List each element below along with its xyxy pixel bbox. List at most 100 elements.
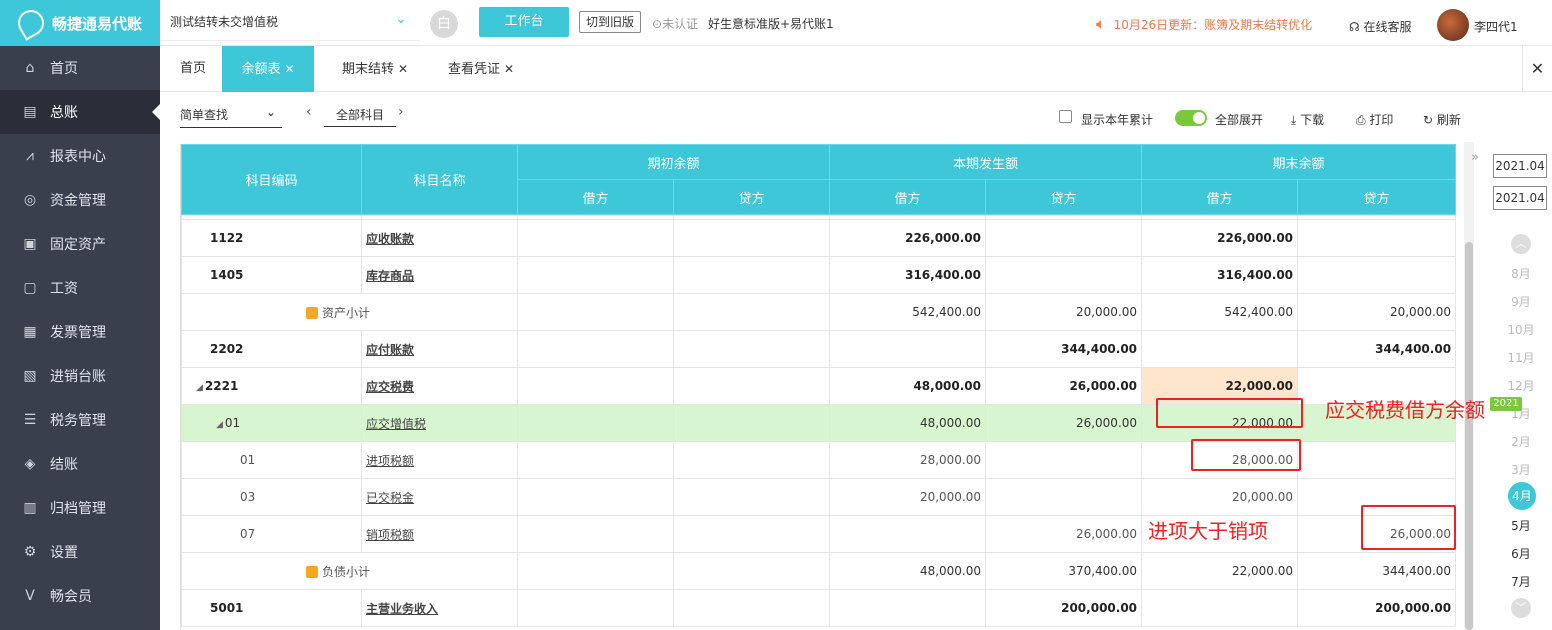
tab-3[interactable]: 查看凭证 ✕ bbox=[436, 46, 526, 92]
month-item[interactable]: 6月 bbox=[1490, 545, 1552, 562]
subject-name-link[interactable]: 应交增值税 bbox=[361, 404, 518, 442]
period-start[interactable]: 2021.04 bbox=[1493, 154, 1547, 178]
month-item[interactable]: 2月 bbox=[1490, 433, 1552, 450]
chevron-up-icon[interactable]: ︿ bbox=[1511, 234, 1531, 254]
vertical-scrollbar[interactable] bbox=[1464, 142, 1474, 630]
table-row[interactable]: 1405 库存商品 316,400.00 316,400.00 bbox=[181, 256, 1457, 294]
close-books-icon: ◈ bbox=[24, 456, 36, 472]
tab-1[interactable]: 余额表 ✕ bbox=[222, 46, 314, 92]
subject-name-link[interactable]: 进项税额 bbox=[361, 441, 518, 479]
annotation-box-closing-debit bbox=[1156, 398, 1303, 428]
certification-status[interactable]: ⊙未认证 bbox=[652, 15, 698, 32]
account-name: 测试结转未交增值税 bbox=[170, 15, 279, 29]
table-row[interactable]: 1122 应收账款 226,000.00 226,000.00 bbox=[181, 219, 1457, 257]
scrollbar-thumb[interactable] bbox=[1465, 242, 1473, 630]
chevron-right-icon[interactable]: › bbox=[398, 104, 404, 120]
subject-name-link[interactable]: 已交税金 bbox=[361, 478, 518, 516]
print-button[interactable]: ⎙ 打印 bbox=[1356, 111, 1393, 128]
sidebar-item-7[interactable]: ▧ 进销台账 bbox=[0, 354, 160, 398]
refresh-button[interactable]: ↻ 刷新 bbox=[1423, 111, 1461, 128]
month-item[interactable]: 9月 bbox=[1490, 293, 1552, 310]
brand-name: 畅捷通易代账 bbox=[52, 14, 143, 33]
current-debit: 20,000.00 bbox=[829, 478, 987, 516]
sidebar-item-9[interactable]: ◈ 结账 bbox=[0, 442, 160, 486]
month-item[interactable]: 8月 bbox=[1490, 265, 1552, 282]
sidebar-item-5[interactable]: ▢ 工资 bbox=[0, 266, 160, 310]
tab-2[interactable]: 期末结转 ✕ bbox=[330, 46, 420, 92]
subject-code-text: 03 bbox=[240, 490, 256, 504]
show-year-label[interactable]: 显示本年累计 bbox=[1081, 111, 1153, 128]
user-name[interactable]: 李四代1 bbox=[1474, 18, 1518, 35]
status-circle-icon[interactable]: 白 bbox=[430, 10, 458, 38]
month-item[interactable]: 5月 bbox=[1490, 517, 1552, 534]
sidebar-item-label: 设置 bbox=[50, 545, 78, 561]
subject-name-link[interactable]: 应交税费 bbox=[361, 367, 518, 405]
month-item[interactable]: 12月 bbox=[1490, 377, 1552, 394]
sidebar-item-2[interactable]: ⩘ 报表中心 bbox=[0, 134, 160, 178]
refresh-icon: ↻ bbox=[1423, 113, 1437, 127]
subject-code: 01 bbox=[181, 441, 362, 479]
chevron-down-icon[interactable]: ⌄ bbox=[395, 11, 407, 27]
sidebar-item-6[interactable]: ▦ 发票管理 bbox=[0, 310, 160, 354]
close-icon[interactable]: ✕ bbox=[398, 62, 408, 76]
switch-old-version-button[interactable]: 切到旧版 bbox=[579, 11, 642, 33]
product-name: 好生意标准版+易代账1 bbox=[708, 17, 834, 31]
online-service-link[interactable]: ☊ 在线客服 bbox=[1349, 18, 1412, 35]
subject-code-text: 2221 bbox=[204, 379, 239, 393]
sidebar-item-8[interactable]: ☰ 税务管理 bbox=[0, 398, 160, 442]
wallet-icon: ◎ bbox=[23, 192, 37, 208]
subject-name-link[interactable]: 应付账款 bbox=[361, 330, 518, 368]
expand-all-toggle[interactable] bbox=[1175, 110, 1207, 126]
show-year-checkbox[interactable] bbox=[1059, 110, 1072, 123]
sidebar-item-11[interactable]: ⚙ 设置 bbox=[0, 530, 160, 574]
table-row[interactable]: 资产小计 542,400.00 20,000.00 542,400.00 20,000.… bbox=[181, 293, 1457, 331]
chevron-down-icon[interactable]: ﹀ bbox=[1511, 598, 1531, 618]
subject-name-link[interactable]: 销项税额 bbox=[361, 515, 518, 553]
sidebar-item-3[interactable]: ◎ 资金管理 bbox=[0, 178, 160, 222]
opening-debit bbox=[517, 293, 674, 331]
table-row[interactable]: 03 已交税金 20,000.00 20,000.00 bbox=[181, 478, 1457, 516]
sidebar-item-4[interactable]: ▣ 固定资产 bbox=[0, 222, 160, 266]
brand-logo[interactable]: 畅捷通易代账 bbox=[0, 0, 160, 46]
close-icon[interactable]: ✕ bbox=[504, 62, 514, 76]
sidebar-item-12[interactable]: V 畅会员 bbox=[0, 574, 160, 618]
ledger-icon: ▤ bbox=[23, 104, 37, 120]
certification-label: 未认证 bbox=[662, 17, 699, 31]
subject-name-link[interactable]: 主营业务收入 bbox=[361, 589, 518, 627]
archive-icon: ▥ bbox=[23, 500, 37, 516]
update-notice-text: 10月26日更新：账簿及期末结转优化 bbox=[1113, 18, 1313, 32]
current-debit: 28,000.00 bbox=[829, 441, 987, 479]
collapse-tree-icon[interactable]: ◢ bbox=[196, 383, 203, 393]
month-item[interactable]: 4月 bbox=[1508, 482, 1536, 510]
sidebar-item-1[interactable]: ▤ 总账 bbox=[0, 90, 160, 134]
close-icon[interactable]: ✕ bbox=[284, 62, 294, 76]
update-notice[interactable]: 🔈︎ 10月26日更新：账簿及期末结转优化 bbox=[1096, 14, 1312, 34]
month-item[interactable]: 10月 bbox=[1490, 321, 1552, 338]
collapse-tree-icon[interactable]: ◢ bbox=[216, 420, 223, 430]
close-icon[interactable]: ✕ bbox=[1522, 46, 1552, 92]
download-button[interactable]: ⤓ 下载 bbox=[1291, 111, 1324, 128]
period-end[interactable]: 2021.04 bbox=[1493, 186, 1547, 210]
subject-code-text: 1405 bbox=[210, 268, 244, 282]
sidebar-item-0[interactable]: ⌂ 首页 bbox=[0, 46, 160, 90]
all-subjects-selector[interactable]: 全部科目 bbox=[324, 106, 397, 127]
current-credit: 26,000.00 bbox=[985, 404, 1143, 442]
double-chevron-right-icon[interactable]: » bbox=[1471, 150, 1479, 165]
opening-debit bbox=[517, 589, 674, 627]
subtotal-label: 资产小计 bbox=[322, 305, 371, 320]
subject-name-link[interactable]: 应收账款 bbox=[361, 219, 518, 257]
subject-name-link[interactable]: 库存商品 bbox=[361, 256, 518, 294]
month-item[interactable]: 3月 bbox=[1490, 461, 1552, 478]
simple-search-dropdown[interactable]: 简单查找 ⌄ bbox=[180, 105, 282, 128]
chevron-left-icon[interactable]: ‹ bbox=[306, 104, 312, 120]
table-row[interactable]: 负债小计 48,000.00 370,400.00 22,000.00 344,400.… bbox=[181, 552, 1457, 590]
month-item[interactable]: 7月 bbox=[1490, 573, 1552, 590]
account-selector[interactable]: 测试结转未交增值税 ⌄ bbox=[170, 11, 407, 30]
month-item[interactable]: 11月 bbox=[1490, 349, 1552, 366]
tab-0[interactable]: 首页 bbox=[168, 46, 218, 92]
avatar[interactable] bbox=[1437, 9, 1469, 41]
table-row[interactable]: 2202 应付账款 344,400.00 344,400.00 bbox=[181, 330, 1457, 368]
table-row[interactable]: 5001 主营业务收入 200,000.00 200,000.00 bbox=[181, 589, 1457, 627]
workbench-button[interactable]: 工作台 bbox=[479, 7, 569, 37]
sidebar-item-10[interactable]: ▥ 归档管理 bbox=[0, 486, 160, 530]
